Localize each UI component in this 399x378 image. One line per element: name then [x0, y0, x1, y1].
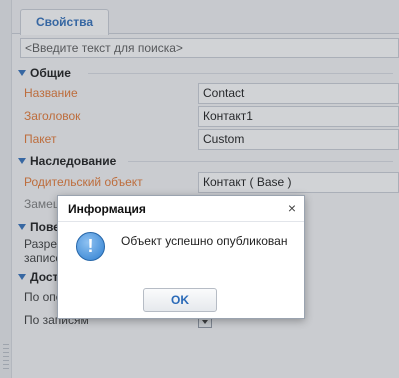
ok-button[interactable]: OK — [143, 288, 217, 312]
info-icon: ! — [76, 232, 105, 261]
info-dialog: Информация × ! Объект успешно опубликова… — [57, 195, 305, 319]
modal-overlay — [0, 0, 399, 378]
dialog-title: Информация — [68, 202, 146, 216]
dialog-message: Объект успешно опубликован — [121, 234, 288, 248]
dialog-header: Информация × — [58, 196, 304, 222]
close-icon[interactable]: × — [288, 200, 296, 216]
